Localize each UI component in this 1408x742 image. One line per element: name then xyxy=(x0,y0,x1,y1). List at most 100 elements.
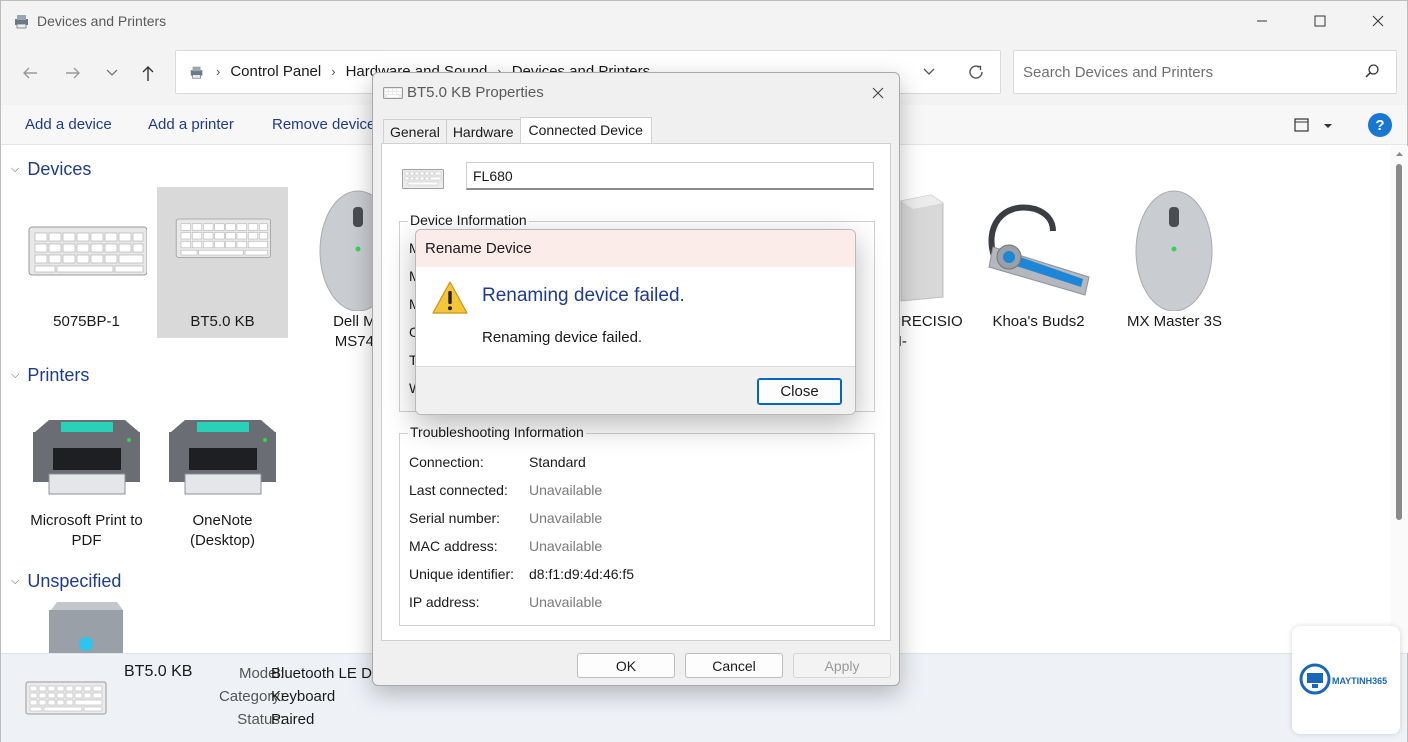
watermark-brand: MAYTINH365 xyxy=(1332,676,1388,686)
breadcrumb-separator-icon: › xyxy=(216,64,221,79)
close-icon xyxy=(1372,15,1384,27)
remove-device-button[interactable]: Remove device xyxy=(272,116,375,133)
chevron-down-icon: ⌵ xyxy=(11,163,20,175)
scrollbar-thumb[interactable] xyxy=(1396,164,1402,520)
chevron-down-icon: ⌵ xyxy=(11,575,20,587)
keyboard-icon xyxy=(175,218,271,258)
headset-icon xyxy=(988,204,1090,296)
details-status-value: Paired xyxy=(271,711,315,728)
troubleshooting-information-group: Troubleshooting Information Connection: … xyxy=(399,424,875,626)
maytinh365-logo-icon xyxy=(1299,663,1331,695)
printer-item-onenote[interactable]: OneNote (Desktop) xyxy=(157,406,288,556)
help-icon[interactable]: ? xyxy=(1368,113,1392,137)
control-panel-icon xyxy=(190,66,203,79)
serial-number-value: Unavailable xyxy=(529,510,603,526)
search-box[interactable] xyxy=(1013,50,1397,94)
view-layout-icon xyxy=(1294,118,1332,132)
minimize-button[interactable] xyxy=(1233,1,1291,41)
error-dialog-title: Rename Device xyxy=(425,240,532,257)
search-icon[interactable] xyxy=(1364,63,1380,79)
unspecified-device-item[interactable] xyxy=(21,600,152,653)
printer-label: OneNote xyxy=(192,512,253,529)
device-name-input[interactable] xyxy=(466,162,874,190)
mac-address-value: Unavailable xyxy=(529,538,603,554)
unique-identifier-value: d8:f1:d9:4d:46:f5 xyxy=(529,566,635,582)
last-connected-label: Last connected: xyxy=(409,482,508,498)
details-model-value: Bluetooth LE De xyxy=(271,665,381,682)
maximize-icon xyxy=(1314,15,1326,27)
back-button[interactable] xyxy=(15,59,45,87)
apply-button[interactable]: Apply xyxy=(793,653,891,678)
mouse-icon xyxy=(1135,190,1213,312)
details-status-label: Status: xyxy=(237,711,284,728)
device-item-khoas-buds2[interactable]: Khoa's Buds2 xyxy=(973,187,1104,337)
group-title: Printers xyxy=(27,365,90,385)
group-header-printers[interactable]: ⌵ Printers xyxy=(11,365,89,386)
address-dropdown-chevron-icon[interactable] xyxy=(922,67,936,77)
details-category-label: Category: xyxy=(218,688,284,705)
group-header-devices[interactable]: ⌵ Devices xyxy=(11,159,91,180)
error-dialog-titlebar: Rename Device xyxy=(416,230,855,267)
keyboard-icon xyxy=(28,226,148,276)
printer-item-microsoft-print-to-pdf[interactable]: Microsoft Print to PDF xyxy=(21,406,152,556)
rename-device-error-dialog: Rename Device Renaming device failed. Re… xyxy=(415,229,856,415)
refresh-icon[interactable] xyxy=(967,63,985,81)
tab-general[interactable]: General xyxy=(383,119,447,144)
device-label: MX Master 3S xyxy=(1126,313,1223,330)
details-model-label: Model: xyxy=(238,665,284,682)
mac-address-label: MAC address: xyxy=(409,538,498,554)
device-information-legend: Device Information xyxy=(408,212,529,228)
properties-title: BT5.0 KB Properties xyxy=(407,84,544,101)
up-button[interactable] xyxy=(133,59,163,87)
devices-printers-app-icon xyxy=(15,15,28,29)
group-header-unspecified[interactable]: ⌵ Unspecified xyxy=(11,571,121,592)
watermark-logo: MAYTINH365 xyxy=(1292,626,1400,734)
unique-identifier-label: Unique identifier: xyxy=(409,566,515,582)
chevron-down-icon: ⌵ xyxy=(11,369,20,381)
close-icon xyxy=(872,87,884,99)
tab-connected-device[interactable]: Connected Device xyxy=(519,117,652,144)
printer-icon xyxy=(33,420,140,495)
keyboard-icon xyxy=(25,681,107,715)
printer-label: Microsoft Print to xyxy=(30,512,143,529)
forward-button[interactable] xyxy=(58,59,88,87)
minimize-icon xyxy=(1257,20,1267,22)
device-tower-icon xyxy=(49,602,123,653)
cancel-button[interactable]: Cancel xyxy=(685,653,783,678)
ip-address-value: Unavailable xyxy=(529,594,603,610)
chevron-down-icon xyxy=(106,69,118,76)
ok-button[interactable]: OK xyxy=(577,653,675,678)
close-button[interactable]: Close xyxy=(757,378,842,405)
properties-close-button[interactable] xyxy=(867,82,889,104)
add-printer-button[interactable]: Add a printer xyxy=(148,116,234,133)
change-view-button[interactable] xyxy=(1293,115,1337,137)
arrow-right-icon xyxy=(66,67,80,79)
vertical-scrollbar[interactable] xyxy=(1390,146,1408,653)
device-label: Khoa's Buds2 xyxy=(992,313,1085,330)
device-item-bt5-0-kb[interactable]: BT5.0 KB xyxy=(157,187,288,338)
serial-number-label: Serial number: xyxy=(409,510,501,526)
arrow-up-icon xyxy=(142,66,154,81)
add-device-button[interactable]: Add a device xyxy=(25,116,112,133)
device-label: PRECISIO xyxy=(891,313,963,330)
error-main-message: Renaming device failed. xyxy=(482,285,685,306)
device-item-mx-master-3s[interactable]: MX Master 3S xyxy=(1109,187,1240,337)
keyboard-icon xyxy=(402,169,444,189)
window-title: Devices and Printers xyxy=(37,13,167,29)
breadcrumb-separator-icon: › xyxy=(331,64,336,79)
search-input[interactable] xyxy=(1023,61,1353,83)
arrow-left-icon xyxy=(23,67,37,79)
title-bar: Devices and Printers xyxy=(1,1,1407,41)
group-title: Devices xyxy=(27,159,92,179)
warning-icon xyxy=(432,281,468,314)
recent-locations-button[interactable] xyxy=(97,59,127,87)
scroll-up-icon[interactable] xyxy=(1395,150,1404,157)
device-label: N- xyxy=(891,332,971,352)
connection-label: Connection: xyxy=(409,454,484,470)
maximize-button[interactable] xyxy=(1291,1,1349,41)
close-window-button[interactable] xyxy=(1349,1,1407,41)
error-detail-message: Renaming device failed. xyxy=(482,329,643,346)
breadcrumb-control-panel[interactable]: Control Panel xyxy=(230,63,321,80)
group-title: Unspecified xyxy=(27,571,122,591)
tab-hardware[interactable]: Hardware xyxy=(445,119,521,144)
